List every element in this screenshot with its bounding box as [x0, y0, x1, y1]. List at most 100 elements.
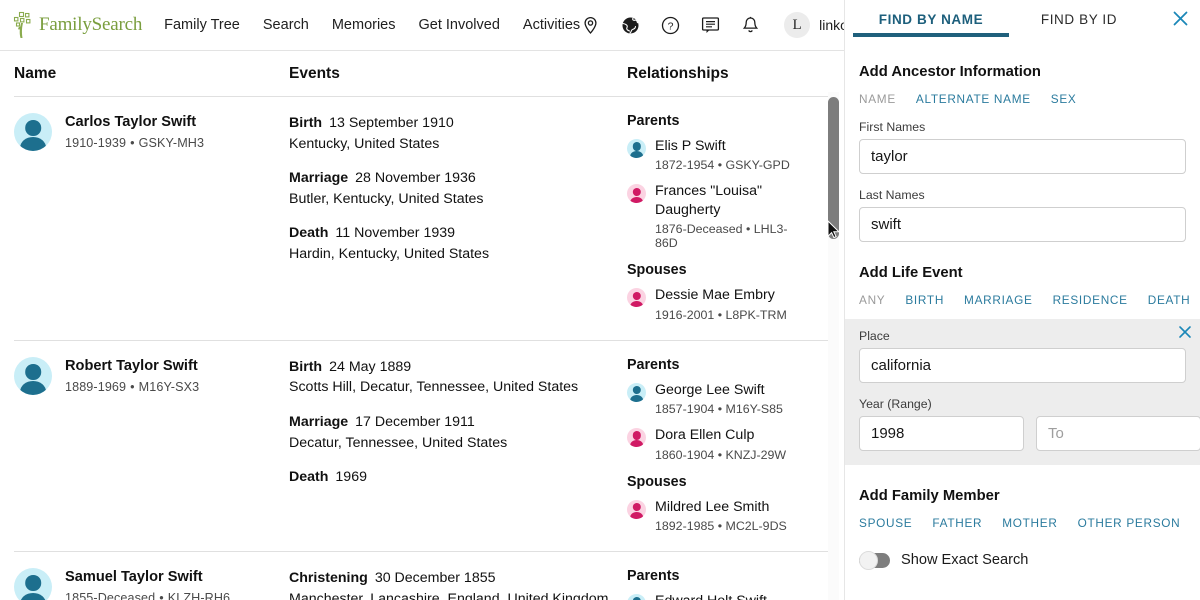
- year-from-input[interactable]: [859, 416, 1024, 451]
- results-column-headers: Name Events Relationships: [14, 51, 831, 97]
- person-cell[interactable]: Carlos Taylor Swift1910-1939•GSKY-MH3: [14, 113, 289, 322]
- chip-sex[interactable]: SEX: [1051, 92, 1077, 106]
- results-list: Carlos Taylor Swift1910-1939•GSKY-MH3Bir…: [0, 97, 845, 600]
- place-input[interactable]: [859, 348, 1186, 383]
- relative-name[interactable]: George Lee Swift: [655, 381, 783, 399]
- panel-tabs: FIND BY NAME FIND BY ID: [845, 0, 1200, 41]
- familysearch-app: FamilySearch Family Tree Search Memories…: [0, 0, 1200, 600]
- chip-birth[interactable]: BIRTH: [905, 293, 944, 307]
- relative-meta: 1872-1954 • GSKY-GPD: [655, 158, 790, 172]
- table-row[interactable]: Carlos Taylor Swift1910-1939•GSKY-MH3Bir…: [14, 97, 831, 341]
- event-date: 13 September 1910: [329, 115, 454, 131]
- nav-item-activities[interactable]: Activities: [523, 17, 580, 33]
- life-event-filter-block: Place Year (Range): [845, 319, 1200, 465]
- last-names-field: Last Names: [859, 188, 1186, 242]
- familysearch-logo[interactable]: FamilySearch: [12, 11, 142, 39]
- exact-search-toggle[interactable]: [859, 553, 890, 568]
- female-avatar-icon: [627, 184, 646, 203]
- place-field: Place: [859, 329, 1186, 383]
- event-item: Birth13 September 1910Kentucky, United S…: [289, 113, 613, 154]
- relative-name[interactable]: Mildred Lee Smith: [655, 498, 787, 516]
- user-menu[interactable]: L linko14: [784, 12, 845, 38]
- relative-item[interactable]: Dessie Mae Embry1916-2001 • L8PK-TRM: [627, 286, 805, 321]
- person-cell[interactable]: Samuel Taylor Swift 1855-Deceased•KLZH-RH…: [14, 568, 289, 600]
- help-circle-icon[interactable]: ?: [660, 15, 681, 36]
- chip-name[interactable]: NAME: [859, 92, 896, 106]
- relationship-group: ParentsElis P Swift1872-1954 • GSKY-GPDF…: [627, 113, 805, 250]
- exact-search-label: Show Exact Search: [901, 552, 1028, 568]
- table-row[interactable]: Samuel Taylor Swift 1855-Deceased•KLZH-RH…: [14, 552, 831, 600]
- person-meta: 1889-1969•M16Y-SX3: [65, 380, 199, 394]
- relationships-cell: ParentsGeorge Lee Swift1857-1904 • M16Y-…: [627, 357, 831, 533]
- message-icon[interactable]: [700, 15, 721, 36]
- last-names-input[interactable]: [859, 207, 1186, 242]
- male-avatar-icon: [627, 139, 646, 158]
- relationship-group: SpousesDessie Mae Embry1916-2001 • L8PK-…: [627, 262, 805, 321]
- event-item: Marriage28 November 1936Butler, Kentucky…: [289, 168, 613, 209]
- chip-death[interactable]: DEATH: [1148, 293, 1191, 307]
- relative-name[interactable]: Elis P Swift: [655, 137, 790, 155]
- chip-residence[interactable]: RESIDENCE: [1053, 293, 1128, 307]
- person-meta: 1855-Deceased•KLZH-RH6: [65, 591, 230, 600]
- close-icon[interactable]: [1168, 6, 1192, 30]
- nav-item-memories[interactable]: Memories: [332, 17, 396, 33]
- event-date: 30 December 1855: [375, 570, 496, 586]
- event-place: Butler, Kentucky, United States: [289, 189, 613, 210]
- male-avatar-icon: [14, 113, 52, 151]
- chip-other-person[interactable]: OTHER PERSON: [1078, 516, 1181, 530]
- exact-search-toggle-row[interactable]: Show Exact Search: [859, 552, 1186, 568]
- relative-item[interactable]: Dora Ellen Culp 1860-1904 • KNZJ-29W: [627, 426, 805, 461]
- avatar: L: [784, 12, 810, 38]
- tab-find-by-name[interactable]: FIND BY NAME: [853, 0, 1009, 27]
- nav-item-search[interactable]: Search: [263, 17, 309, 33]
- relative-name[interactable]: Edward Holt Swift: [655, 592, 784, 600]
- relative-name[interactable]: Dessie Mae Embry: [655, 286, 787, 304]
- person-name[interactable]: Carlos Taylor Swift: [65, 113, 204, 133]
- person-name[interactable]: Robert Taylor Swift: [65, 357, 199, 377]
- year-range-label: Year (Range): [859, 397, 1186, 411]
- year-to-input[interactable]: [1036, 416, 1200, 451]
- remove-life-event-icon[interactable]: [1178, 325, 1192, 343]
- relative-name[interactable]: Dora Ellen Culp: [655, 426, 786, 444]
- first-names-input[interactable]: [859, 139, 1186, 174]
- relative-item[interactable]: Frances "Louisa" Daugherty1876-Deceased …: [627, 182, 805, 250]
- person-cell[interactable]: Robert Taylor Swift 1889-1969•M16Y-SX3: [14, 357, 289, 533]
- results-scrollbar-thumb[interactable]: [828, 97, 839, 239]
- male-avatar-icon: [627, 383, 646, 402]
- chip-marriage[interactable]: MARRIAGE: [964, 293, 1033, 307]
- relative-item[interactable]: Edward Holt SwiftDeceased • KLZH-RHX: [627, 592, 805, 600]
- tab-find-by-id[interactable]: FIND BY ID: [1009, 0, 1149, 27]
- nav-item-get-involved[interactable]: Get Involved: [419, 17, 500, 33]
- first-names-field: First Names: [859, 120, 1186, 174]
- relative-item[interactable]: George Lee Swift1857-1904 • M16Y-S85: [627, 381, 805, 416]
- chip-any[interactable]: ANY: [859, 293, 885, 307]
- event-date: 11 November 1939: [335, 225, 455, 241]
- column-header-name: Name: [14, 65, 289, 83]
- globe-icon[interactable]: [620, 15, 641, 36]
- search-results-area: FamilySearch Family Tree Search Memories…: [0, 0, 845, 600]
- relative-name[interactable]: Frances "Louisa" Daugherty: [655, 182, 805, 219]
- chip-father[interactable]: FATHER: [932, 516, 982, 530]
- relative-meta: 1860-1904 • KNZJ-29W: [655, 448, 786, 462]
- top-navigation-bar: FamilySearch Family Tree Search Memories…: [0, 0, 845, 51]
- location-pin-icon[interactable]: [580, 15, 601, 36]
- relative-item[interactable]: Mildred Lee Smith1892-1985 • MC2L-9DS: [627, 498, 805, 533]
- nav-item-family-tree[interactable]: Family Tree: [164, 17, 240, 33]
- relationship-group: SpousesMildred Lee Smith1892-1985 • MC2L…: [627, 474, 805, 533]
- chip-alternate-name[interactable]: ALTERNATE NAME: [916, 92, 1031, 106]
- username-label: linko14: [819, 17, 845, 33]
- bell-icon[interactable]: [740, 15, 761, 36]
- section-title-family-member: Add Family Member: [859, 488, 1186, 504]
- chip-mother[interactable]: MOTHER: [1002, 516, 1057, 530]
- relationships-cell: ParentsElis P Swift1872-1954 • GSKY-GPDF…: [627, 113, 831, 322]
- search-filter-panel: FIND BY NAME FIND BY ID Add Ancestor Inf…: [845, 0, 1200, 600]
- chip-spouse[interactable]: SPOUSE: [859, 516, 912, 530]
- relationship-group-title: Parents: [627, 568, 805, 584]
- active-tab-indicator: [853, 33, 1009, 37]
- event-date: 17 December 1911: [355, 414, 475, 430]
- table-row[interactable]: Robert Taylor Swift1889-1969•M16Y-SX3Bir…: [14, 341, 831, 552]
- utility-icons: ? L linko14: [580, 12, 845, 38]
- person-name[interactable]: Samuel Taylor Swift: [65, 568, 230, 588]
- relative-item[interactable]: Elis P Swift 1872-1954 • GSKY-GPD: [627, 137, 805, 172]
- event-item: Christening30 December 1855Manchester, L…: [289, 568, 613, 600]
